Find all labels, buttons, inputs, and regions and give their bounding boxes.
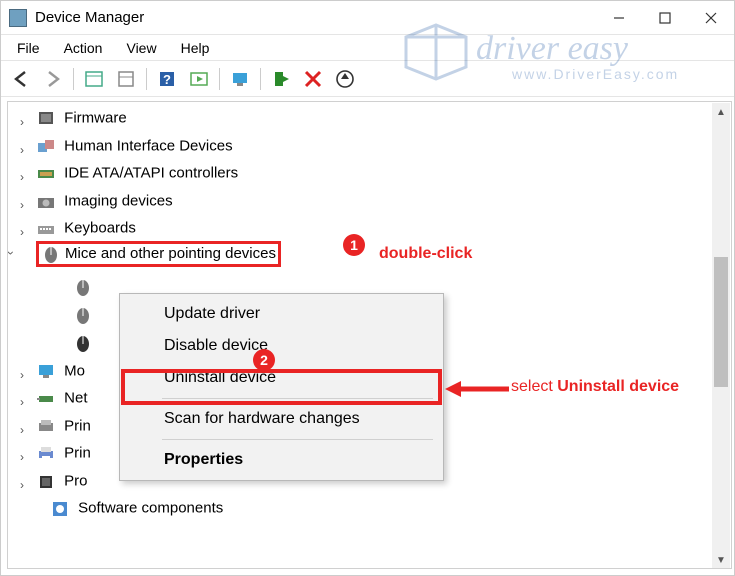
keyboard-icon bbox=[36, 219, 56, 237]
printer-icon bbox=[36, 444, 56, 462]
tree-item-ide[interactable]: › IDE ATA/ATAPI controllers bbox=[8, 159, 731, 187]
chip-icon bbox=[36, 472, 56, 490]
scan-hardware-button[interactable] bbox=[185, 65, 213, 93]
mouse-icon bbox=[41, 245, 61, 263]
tree-item-label: Software components bbox=[78, 500, 223, 517]
ctx-disable-device[interactable]: Disable device bbox=[122, 330, 441, 362]
tree-item-firmware[interactable]: › Firmware bbox=[8, 104, 731, 132]
back-button[interactable] bbox=[7, 65, 35, 93]
tree-item-label: Human Interface Devices bbox=[64, 137, 232, 154]
tree-item-label: Prin bbox=[64, 445, 91, 462]
tree-item-software-components[interactable]: Software components bbox=[8, 494, 731, 522]
tree-item-imaging[interactable]: › Imaging devices bbox=[8, 187, 731, 215]
mouse-icon[interactable] bbox=[74, 275, 92, 299]
tree-item-label: Net bbox=[64, 390, 87, 407]
menu-view[interactable]: View bbox=[116, 37, 166, 59]
highlight-box-1: Mice and other pointing devices bbox=[36, 241, 281, 267]
titlebar: Device Manager bbox=[1, 1, 734, 35]
toolbar-separator bbox=[260, 68, 261, 90]
enable-device-button[interactable] bbox=[267, 65, 295, 93]
tree-item-label: Prin bbox=[64, 417, 91, 434]
chevron-right-icon[interactable]: › bbox=[16, 164, 28, 176]
ide-icon bbox=[36, 164, 56, 182]
annotation-badge-1: 1 bbox=[343, 234, 365, 256]
ctx-separator bbox=[162, 439, 433, 440]
tree-item-label: Keyboards bbox=[64, 220, 136, 237]
scroll-down-icon[interactable]: ▼ bbox=[712, 551, 730, 569]
chevron-down-icon[interactable]: › bbox=[12, 247, 24, 259]
menubar: File Action View Help bbox=[1, 35, 734, 61]
maximize-button[interactable] bbox=[642, 2, 688, 34]
scroll-up-icon[interactable]: ▲ bbox=[712, 103, 730, 121]
chevron-right-icon[interactable]: › bbox=[16, 219, 28, 231]
chip-icon bbox=[36, 109, 56, 127]
vertical-scrollbar[interactable]: ▲ ▼ bbox=[712, 103, 730, 569]
tree-item-hid[interactable]: › Human Interface Devices bbox=[8, 132, 731, 160]
window-title: Device Manager bbox=[35, 9, 144, 26]
chevron-right-icon[interactable]: › bbox=[16, 362, 28, 374]
annotation-arrow bbox=[445, 377, 509, 401]
tree-item-label: IDE ATA/ATAPI controllers bbox=[64, 165, 238, 182]
chevron-right-icon[interactable]: › bbox=[16, 472, 28, 484]
menu-file[interactable]: File bbox=[7, 37, 50, 59]
tree-item-label: Mo bbox=[64, 362, 85, 379]
menu-help[interactable]: Help bbox=[171, 37, 220, 59]
context-menu: Update driver Disable device Uninstall d… bbox=[119, 293, 444, 481]
camera-icon bbox=[36, 192, 56, 210]
chevron-right-icon[interactable]: › bbox=[16, 192, 28, 204]
hid-icon bbox=[36, 137, 56, 155]
annotation-text-2: select Uninstall device bbox=[511, 378, 679, 396]
toolbar-separator bbox=[73, 68, 74, 90]
show-hidden-button[interactable] bbox=[80, 65, 108, 93]
software-icon bbox=[50, 499, 70, 517]
mouse-icon[interactable] bbox=[74, 303, 92, 327]
annotation-text-2b: Uninstall device bbox=[557, 378, 679, 395]
forward-button[interactable] bbox=[39, 65, 67, 93]
update-button[interactable] bbox=[331, 65, 359, 93]
ctx-scan-hardware[interactable]: Scan for hardware changes bbox=[122, 403, 441, 435]
chevron-right-icon[interactable]: › bbox=[16, 137, 28, 149]
annotation-text-2a: select bbox=[511, 378, 557, 395]
chevron-right-icon[interactable]: › bbox=[16, 109, 28, 121]
tree-item-keyboards[interactable]: › Keyboards bbox=[8, 214, 731, 242]
chevron-right-icon[interactable]: › bbox=[16, 444, 28, 456]
properties-button[interactable] bbox=[112, 65, 140, 93]
printer-port-icon bbox=[36, 417, 56, 435]
help-button[interactable]: ? bbox=[153, 65, 181, 93]
menu-action[interactable]: Action bbox=[54, 37, 113, 59]
ctx-properties[interactable]: Properties bbox=[122, 444, 441, 476]
ctx-uninstall-device[interactable]: Uninstall device bbox=[122, 362, 441, 394]
svg-text:?: ? bbox=[163, 72, 171, 87]
app-icon bbox=[9, 9, 27, 27]
monitor-icon bbox=[36, 362, 56, 380]
tree-item-label: Pro bbox=[64, 472, 87, 489]
annotation-text-1: double-click bbox=[379, 245, 472, 263]
tree-item-label: Firmware bbox=[64, 110, 127, 127]
ctx-update-driver[interactable]: Update driver bbox=[122, 298, 441, 330]
uninstall-device-button[interactable] bbox=[299, 65, 327, 93]
network-icon bbox=[36, 389, 56, 407]
chevron-right-icon[interactable]: › bbox=[16, 417, 28, 429]
chevron-right-icon[interactable]: › bbox=[16, 389, 28, 401]
ctx-separator bbox=[162, 398, 433, 399]
update-driver-button[interactable] bbox=[226, 65, 254, 93]
toolbar-separator bbox=[219, 68, 220, 90]
main-area: › Firmware › Human Interface Devices › bbox=[1, 97, 734, 575]
minimize-button[interactable] bbox=[596, 2, 642, 34]
window-controls bbox=[596, 2, 734, 34]
toolbar-separator bbox=[146, 68, 147, 90]
scrollbar-thumb[interactable] bbox=[714, 257, 728, 387]
mouse-icon[interactable] bbox=[74, 331, 92, 355]
close-button[interactable] bbox=[688, 2, 734, 34]
annotation-badge-2: 2 bbox=[253, 349, 275, 371]
tree-item-label: Mice and other pointing devices bbox=[65, 240, 276, 267]
toolbar: ? bbox=[1, 61, 734, 97]
tree-item-label: Imaging devices bbox=[64, 192, 172, 209]
